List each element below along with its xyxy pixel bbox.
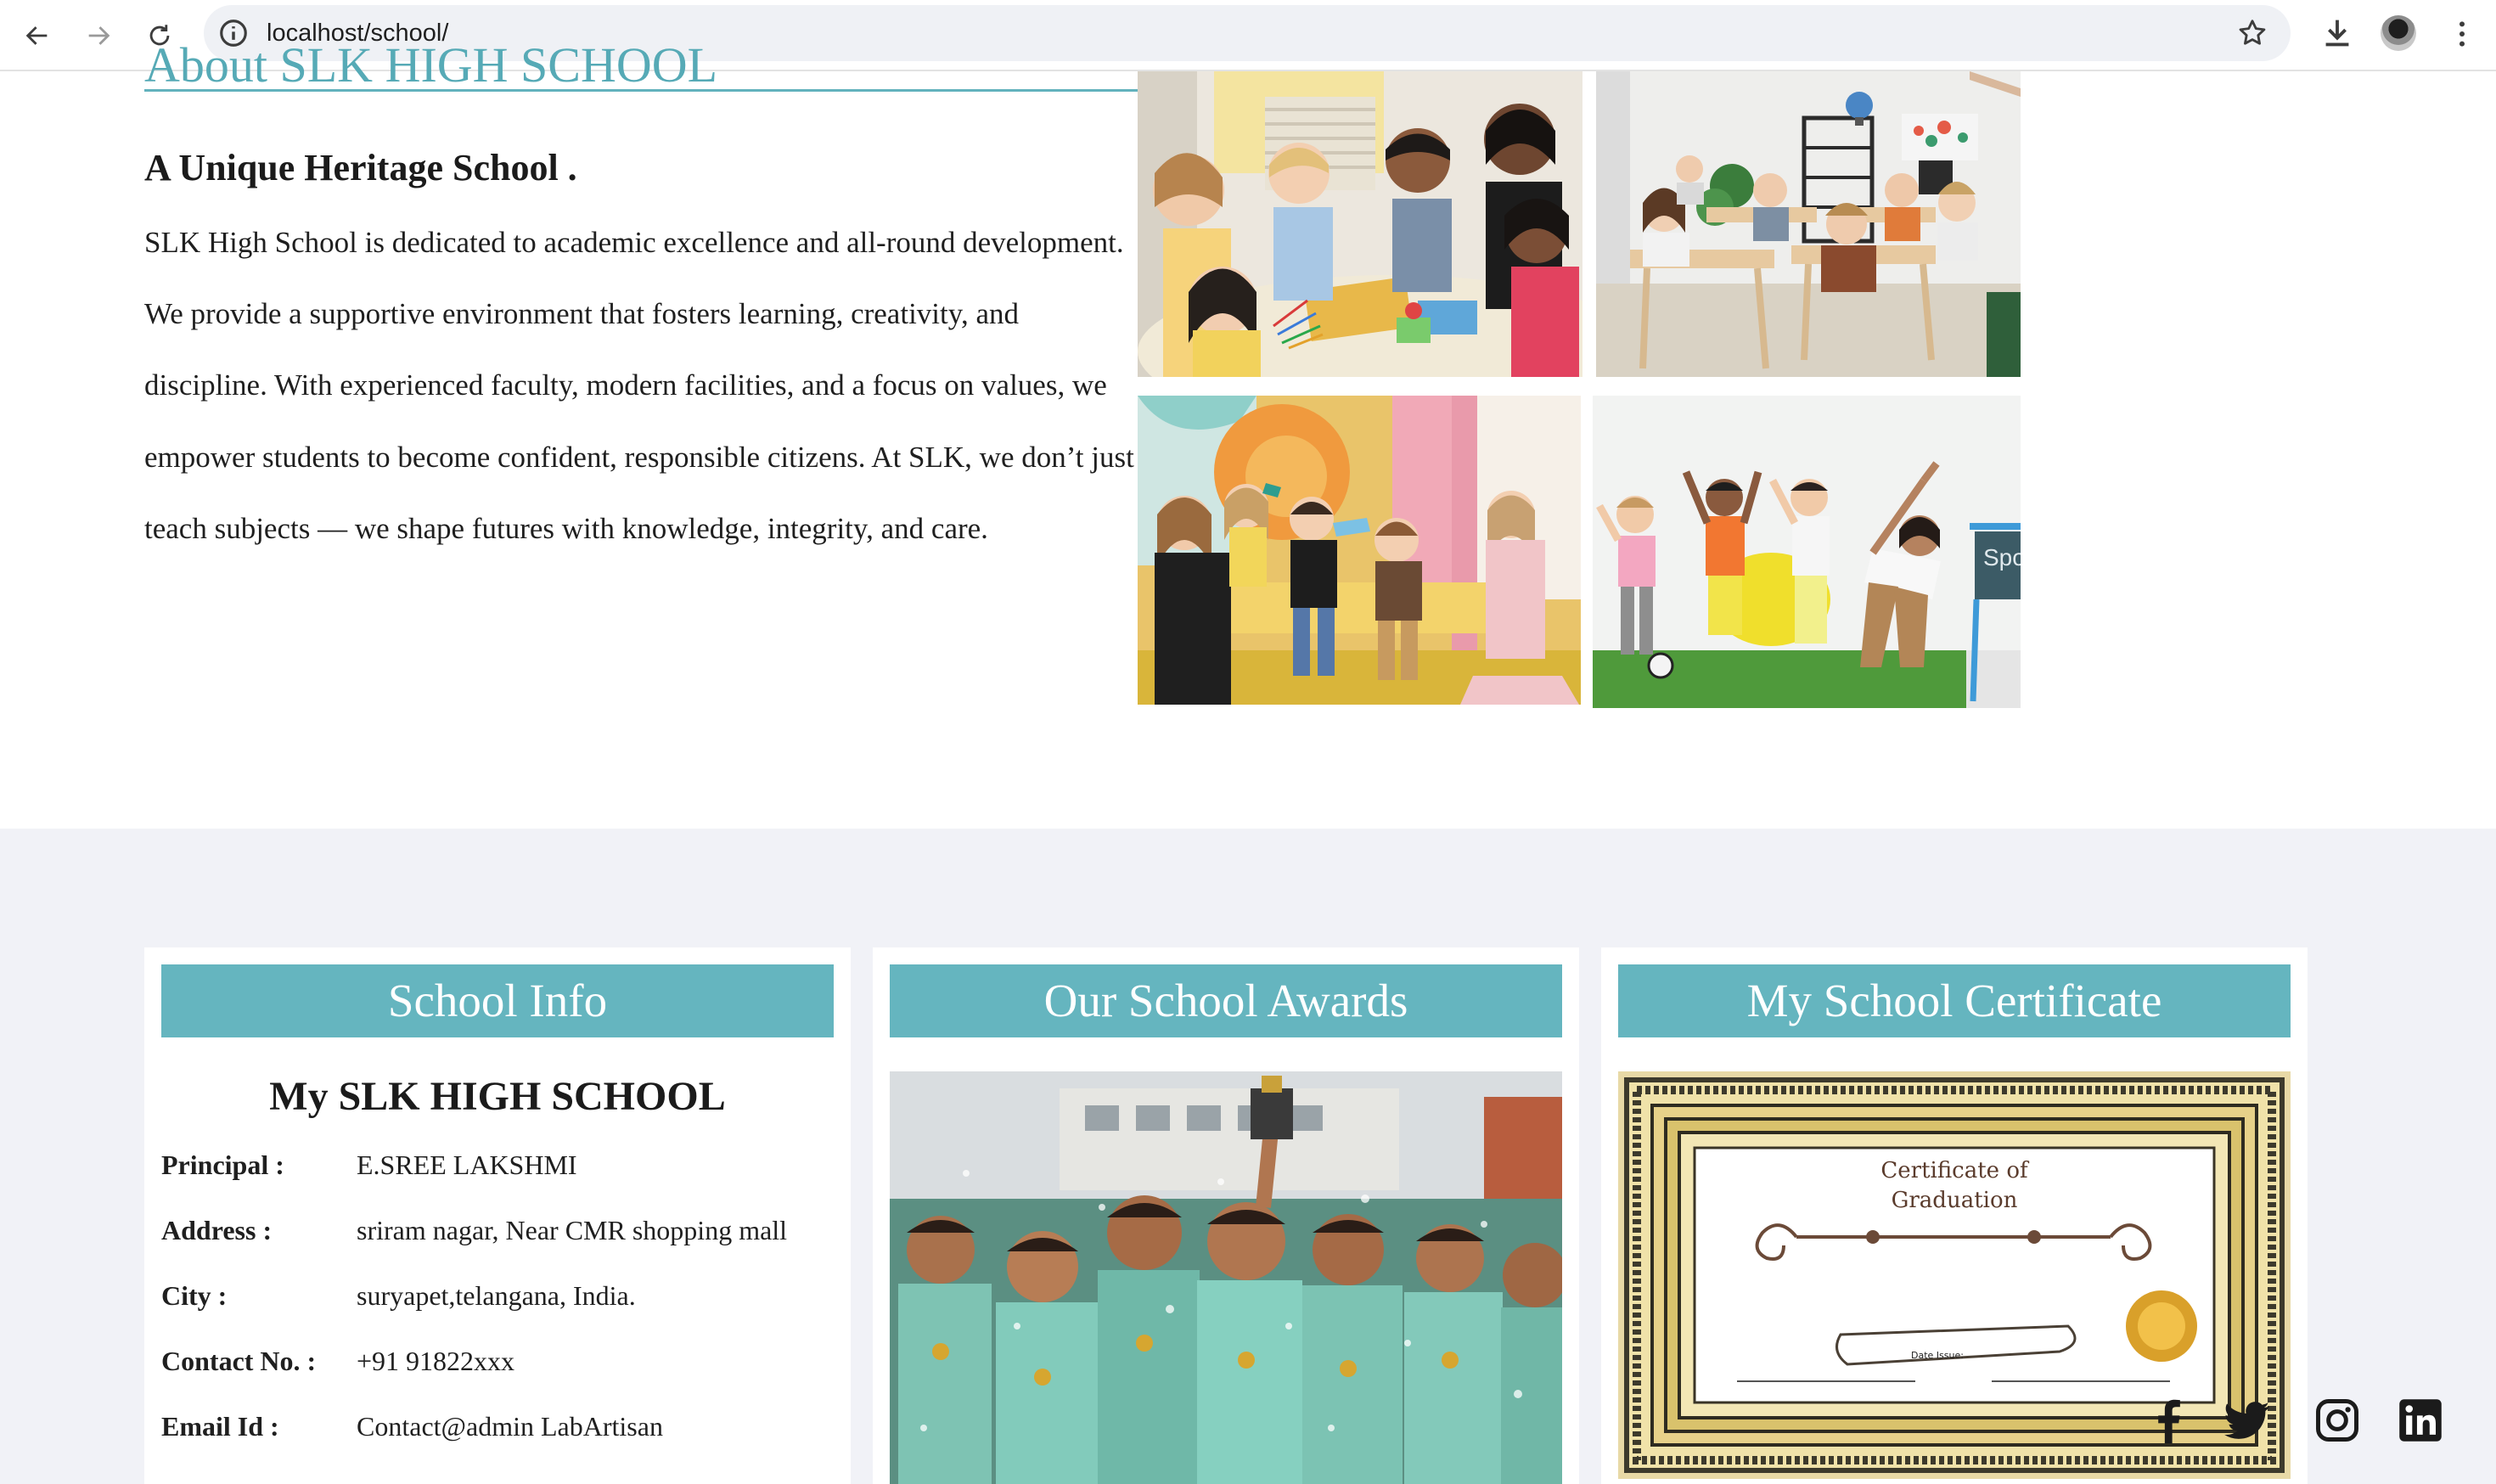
bookmark-star-icon[interactable]	[2236, 17, 2268, 49]
school-name: My SLK HIGH SCHOOL	[269, 1074, 726, 1119]
city-label: City :	[161, 1280, 228, 1311]
certificate-date-label: Date Issue:	[1911, 1350, 1964, 1361]
forward-button[interactable]	[78, 15, 119, 56]
principal-value: E.SREE LAKSHMI	[357, 1150, 577, 1180]
kids-exercising-photo: Spo	[1593, 396, 2021, 708]
certificate-card: My School Certificate Certificate of Gra…	[1601, 947, 2308, 1484]
svg-text:Spo: Spo	[1983, 544, 2021, 571]
twitter-icon	[2224, 1402, 2270, 1439]
email-value: Contact@admin LabArtisan	[357, 1411, 663, 1442]
school-info-header: School Info	[161, 964, 834, 1037]
city-value: suryapet,telangana, India.	[357, 1280, 636, 1311]
about-paragraph: SLK High School is dedicated to academic…	[144, 226, 1134, 545]
certificate-title-line1: Certificate of	[1880, 1158, 2030, 1183]
kids-playing-photo	[1138, 396, 1581, 705]
address-label: Address :	[161, 1215, 273, 1245]
about-subtitle: A Unique Heritage School .	[144, 147, 577, 188]
classroom-photo	[1596, 71, 2021, 377]
facebook-link[interactable]	[2145, 1397, 2190, 1443]
kids-crafting-photo	[1138, 71, 1582, 377]
address-value: sriram nagar, Near CMR shopping mall	[357, 1215, 788, 1245]
linkedin-link[interactable]	[2398, 1397, 2443, 1443]
awards-card: Our School Awards	[873, 947, 1579, 1484]
linkedin-icon	[2399, 1399, 2442, 1442]
download-icon[interactable]	[2318, 14, 2357, 53]
back-button[interactable]	[17, 15, 58, 56]
more-menu-icon[interactable]	[2445, 17, 2479, 51]
awards-photo	[890, 1071, 1562, 1484]
certificate-header: My School Certificate	[1618, 964, 2291, 1037]
contact-value: +91 91822xxx	[357, 1346, 515, 1376]
instagram-link[interactable]	[2314, 1397, 2360, 1443]
twitter-link[interactable]	[2224, 1397, 2270, 1443]
profile-avatar[interactable]	[2381, 15, 2416, 51]
arrow-right-icon	[88, 26, 110, 45]
school-info-card: School Info My SLK HIGH SCHOOL Principal…	[144, 947, 851, 1484]
principal-label: Principal :	[161, 1150, 284, 1180]
email-label: Email Id :	[161, 1411, 279, 1442]
contact-label: Contact No. :	[161, 1346, 317, 1376]
arrow-left-icon	[25, 26, 48, 45]
facebook-icon	[2158, 1399, 2180, 1443]
certificate-title-line2: Graduation	[1892, 1188, 2018, 1213]
awards-header: Our School Awards	[890, 964, 1562, 1037]
instagram-icon	[2316, 1399, 2358, 1442]
about-heading: About SLK HIGH SCHOOL	[144, 36, 1138, 92]
